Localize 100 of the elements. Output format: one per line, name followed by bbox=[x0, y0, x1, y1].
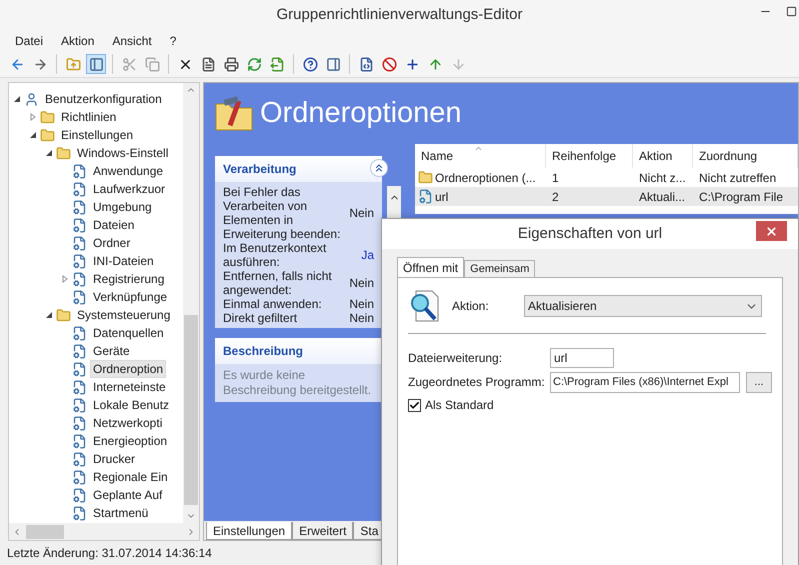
settings-item-icon bbox=[72, 182, 87, 196]
folder-icon bbox=[418, 170, 433, 185]
tree-pane-icon bbox=[88, 56, 104, 72]
printer-icon bbox=[224, 56, 238, 72]
bottom-tab[interactable]: Erweitert bbox=[292, 522, 354, 540]
collapsed-arrow-icon[interactable] bbox=[29, 113, 37, 121]
field-label: Zugeordnetes Programm: bbox=[408, 374, 544, 391]
expanded-arrow-icon[interactable] bbox=[29, 131, 37, 139]
tree-item[interactable]: Anwendunge bbox=[90, 162, 166, 180]
settings-item-icon bbox=[72, 506, 87, 520]
tree-item[interactable]: Regionale Ein bbox=[90, 468, 171, 486]
tree-item[interactable]: Windows-Einstell bbox=[74, 144, 172, 162]
tree-item[interactable]: Ordner bbox=[90, 234, 134, 252]
setting-label: Im Benutzerkontext ausführen: bbox=[223, 241, 328, 269]
settings-item-icon bbox=[72, 470, 87, 484]
tree-item[interactable]: Interneteinste bbox=[90, 378, 169, 396]
setting-value: Nein bbox=[349, 297, 374, 311]
setting-value: Nein bbox=[349, 311, 374, 325]
document-icon bbox=[358, 56, 374, 72]
settings-item-icon bbox=[72, 488, 87, 502]
tree-item[interactable]: Richtlinien bbox=[58, 108, 120, 126]
tree-item[interactable]: Registrierung bbox=[90, 270, 168, 288]
menu-item[interactable]: ? bbox=[170, 32, 176, 50]
program-path-field[interactable]: C:\Program Files (x86)\Internet Expl bbox=[550, 372, 740, 392]
tree-item[interactable]: Laufwerkzuor bbox=[90, 180, 168, 198]
list-row[interactable]: url 2 Aktuali... C:\Program File bbox=[415, 187, 798, 206]
tree-item[interactable]: Dateien bbox=[90, 216, 138, 234]
setting-label: Einmal anwenden: bbox=[223, 297, 323, 311]
settings-item-icon bbox=[72, 416, 87, 430]
scissors-icon bbox=[122, 56, 136, 72]
file-type-icon bbox=[418, 189, 433, 204]
settings-item-icon bbox=[72, 362, 87, 376]
settings-item-icon bbox=[72, 164, 87, 178]
setting-value: Nein bbox=[349, 276, 374, 290]
collapse-button[interactable] bbox=[370, 159, 388, 177]
settings-item-icon bbox=[72, 254, 87, 268]
tree-item[interactable]: Umgebung bbox=[90, 198, 155, 216]
menu-item[interactable]: Aktion bbox=[61, 32, 94, 50]
window-title: Gruppenrichtlinienverwaltungs-Editor bbox=[276, 4, 522, 25]
extension-field[interactable]: url bbox=[550, 348, 614, 368]
table-cell-text: 1 bbox=[552, 170, 559, 186]
tree-item[interactable]: Lokale Benutz bbox=[90, 396, 172, 414]
description-text: Es wurde keine Beschreibung bereitgestellt. bbox=[222, 367, 372, 399]
table-cell-text: Aktuali... bbox=[639, 188, 686, 206]
refresh-icon bbox=[246, 56, 262, 72]
horizontal-scrollbar[interactable] bbox=[9, 523, 199, 540]
tree-item[interactable]: Ordneroption bbox=[90, 360, 166, 378]
table-cell-text: 2 bbox=[552, 188, 559, 206]
field-label: Aktion: bbox=[452, 298, 490, 315]
action-dropdown[interactable]: Aktualisieren bbox=[524, 295, 762, 317]
bottom-tab[interactable]: Einstellungen bbox=[206, 522, 292, 540]
column-header[interactable]: Aktion bbox=[633, 144, 693, 168]
list-row[interactable]: Ordneroptionen (... 1 Nicht z... Nicht zutreffen bbox=[415, 168, 798, 187]
tree-item[interactable]: Datenquellen bbox=[90, 324, 167, 342]
expanded-arrow-icon[interactable] bbox=[13, 95, 21, 103]
close-button[interactable] bbox=[756, 221, 787, 241]
table-cell-text: Nicht zutreffen bbox=[699, 170, 776, 186]
tree-item[interactable]: Energieoption bbox=[90, 432, 170, 450]
maximize-icon[interactable] bbox=[786, 6, 797, 16]
menu-item[interactable]: Ansicht bbox=[112, 32, 152, 50]
stop-icon bbox=[382, 56, 396, 72]
expanded-arrow-icon[interactable] bbox=[45, 311, 53, 319]
scrollbar-thumb[interactable] bbox=[26, 524, 64, 538]
settings-item-icon bbox=[72, 290, 87, 304]
tree-item[interactable]: Geplante Auf bbox=[90, 486, 166, 504]
browse-button[interactable]: ... bbox=[746, 372, 772, 392]
expanded-arrow-icon[interactable] bbox=[45, 149, 53, 157]
folder-icon bbox=[40, 128, 55, 142]
tree-item[interactable]: Drucker bbox=[90, 450, 138, 468]
tree-item[interactable]: Benutzerkonfiguration bbox=[42, 90, 165, 108]
table-cell-text: C:\Program File bbox=[699, 188, 784, 206]
panel-title: Beschreibung bbox=[223, 343, 304, 360]
checkbox-label[interactable]: Als Standard bbox=[425, 396, 494, 414]
checkbox[interactable] bbox=[408, 398, 421, 412]
settings-item-icon bbox=[72, 344, 87, 358]
column-header[interactable]: Reihenfolge bbox=[546, 144, 633, 168]
settings-item-icon bbox=[72, 200, 87, 214]
column-header[interactable]: Name bbox=[415, 144, 546, 168]
table-cell-text: Nicht z... bbox=[639, 170, 686, 186]
tree-item[interactable]: INI-Dateien bbox=[90, 252, 157, 270]
collapsed-arrow-icon[interactable] bbox=[61, 275, 69, 283]
tree-item[interactable]: Systemsteuerung bbox=[74, 306, 174, 324]
menu-item[interactable]: Datei bbox=[15, 32, 44, 50]
user-icon bbox=[24, 92, 39, 106]
close-icon bbox=[765, 224, 778, 238]
tree-item[interactable]: Geräte bbox=[90, 342, 133, 360]
vertical-scrollbar[interactable] bbox=[183, 83, 199, 523]
tree-item[interactable]: Verknüpfunge bbox=[90, 288, 170, 306]
scrollbar-thumb[interactable] bbox=[184, 315, 198, 505]
tree-item[interactable]: Startmenü bbox=[90, 504, 152, 522]
column-header[interactable]: Zuordnung bbox=[693, 144, 798, 168]
magnifier-document-icon bbox=[408, 289, 440, 323]
folder-icon bbox=[56, 308, 71, 322]
dialog-tab[interactable]: Gemeinsam bbox=[464, 260, 536, 277]
dialog-tab[interactable]: Öffnen mit bbox=[397, 257, 464, 277]
tree-item[interactable]: Einstellungen bbox=[58, 126, 136, 144]
tree-item[interactable]: Netzwerkopti bbox=[90, 414, 166, 432]
settings-item-icon bbox=[72, 236, 87, 250]
settings-item-icon bbox=[72, 452, 87, 466]
settings-item-icon bbox=[72, 272, 87, 286]
